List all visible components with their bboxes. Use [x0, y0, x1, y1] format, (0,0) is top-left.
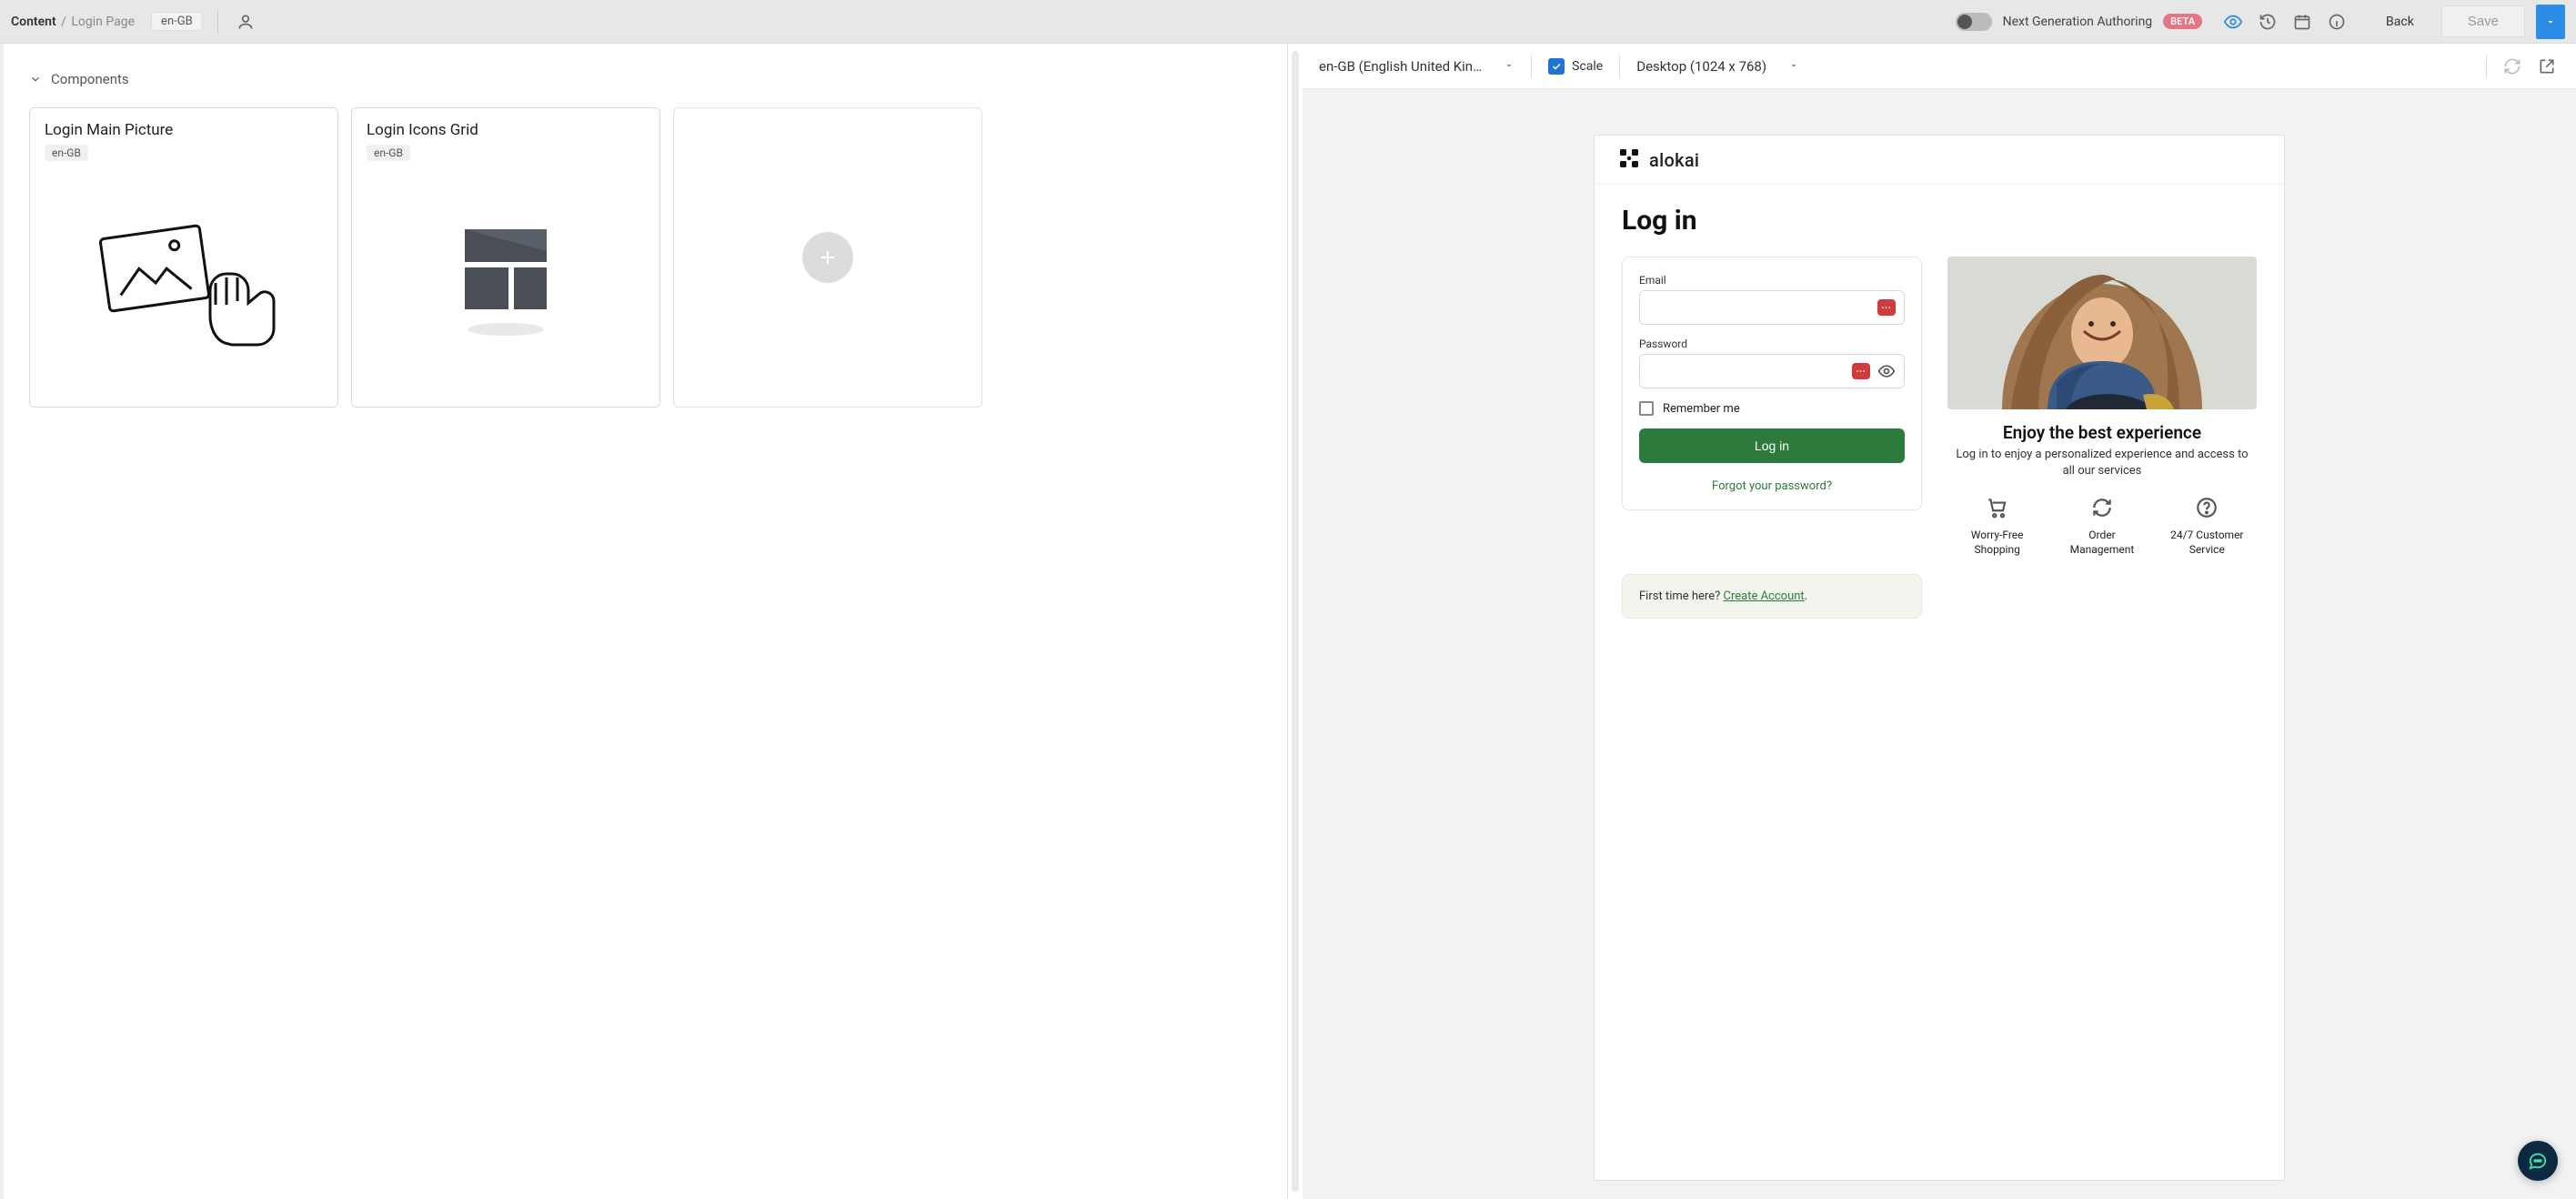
component-card-thumbnail	[45, 161, 323, 398]
brand-logo-icon	[1618, 147, 1640, 173]
preview-locale-value: en-GB (English United Kin…	[1319, 58, 1482, 75]
component-card-locale: en-GB	[45, 145, 88, 161]
component-card-login-icons-grid[interactable]: Login Icons Grid en-GB	[351, 107, 660, 408]
preview-frame: alokai Log in Email ••• Passwo	[1594, 135, 2285, 1181]
component-card-locale: en-GB	[367, 145, 410, 161]
forgot-password-link[interactable]: Forgot your password?	[1639, 479, 1905, 493]
promo-title: Enjoy the best experience	[1947, 422, 2257, 443]
nga-toggle[interactable]	[1956, 13, 1992, 31]
chat-fab[interactable]	[2518, 1141, 2558, 1181]
email-input[interactable]	[1639, 290, 1905, 325]
breadcrumb-page[interactable]: Login Page	[71, 15, 135, 29]
promo-feature-label: 24/7 Customer Service	[2161, 529, 2252, 557]
locale-chip[interactable]: en-GB	[151, 12, 203, 31]
components-section-title: Components	[51, 71, 129, 87]
component-card-thumbnail	[367, 161, 645, 398]
promo-feature-shopping: Worry-Free Shopping	[1952, 496, 2043, 557]
breadcrumb-root[interactable]: Content	[11, 15, 56, 29]
breadcrumb-separator: /	[61, 15, 69, 29]
plus-icon	[802, 232, 853, 283]
component-card-login-main-picture[interactable]: Login Main Picture en-GB	[29, 107, 338, 408]
login-submit-button[interactable]: Log in	[1639, 428, 1905, 463]
viewport-dropdown[interactable]: Desktop (1024 x 768)	[1636, 58, 1799, 75]
separator	[217, 10, 218, 34]
chevron-down-icon	[29, 73, 42, 86]
login-heading: Log in	[1622, 205, 2257, 237]
components-section-toggle[interactable]: Components	[29, 71, 1271, 87]
scale-toggle[interactable]: Scale	[1548, 58, 1603, 75]
brand-name: alokai	[1649, 149, 1699, 171]
add-component-card[interactable]	[673, 107, 982, 408]
signup-suffix: .	[1805, 589, 1807, 603]
preview-toolbar: en-GB (English United Kin… Scale Desktop…	[1303, 44, 2576, 89]
viewport-value: Desktop (1024 x 768)	[1636, 58, 1766, 75]
show-password-icon[interactable]	[1877, 363, 1896, 379]
password-manager-icon[interactable]: •••	[1877, 299, 1896, 316]
history-icon[interactable]	[2255, 9, 2280, 35]
password-manager-icon[interactable]: •••	[1852, 363, 1870, 379]
promo-feature-orders: Order Management	[2057, 496, 2148, 557]
refresh-icon[interactable]	[2500, 54, 2525, 79]
help-icon	[2195, 496, 2219, 519]
promo-image	[1947, 257, 2257, 409]
info-icon[interactable]	[2324, 9, 2350, 35]
beta-badge: BETA	[2163, 14, 2202, 29]
top-toolbar: Content / Login Page en-GB Next Generati…	[0, 0, 2576, 44]
calendar-icon[interactable]	[2289, 9, 2315, 35]
signup-callout: First time here? Create Account.	[1622, 574, 1922, 619]
remember-label: Remember me	[1663, 402, 1740, 416]
right-pane: en-GB (English United Kin… Scale Desktop…	[1303, 44, 2576, 1199]
preview-eye-icon[interactable]	[2220, 9, 2246, 35]
user-icon[interactable]	[233, 9, 258, 35]
back-button[interactable]: Back	[2386, 15, 2414, 29]
login-form-card: Email ••• Password •••	[1622, 257, 1922, 510]
save-button[interactable]: Save	[2441, 5, 2525, 37]
nga-label: Next Generation Authoring	[2003, 15, 2153, 29]
component-card-title: Login Main Picture	[45, 121, 323, 139]
preview-locale-dropdown[interactable]: en-GB (English United Kin…	[1319, 58, 1514, 75]
cart-icon	[1986, 496, 2009, 519]
brand-bar: alokai	[1595, 136, 2284, 185]
password-label: Password	[1639, 338, 1905, 350]
preview-viewport[interactable]: alokai Log in Email ••• Passwo	[1303, 89, 2576, 1199]
promo-feature-label: Order Management	[2057, 529, 2148, 557]
promo-feature-label: Worry-Free Shopping	[1952, 529, 2043, 557]
promo-subtitle: Log in to enjoy a personalized experienc…	[1947, 447, 2257, 479]
signup-prefix: First time here?	[1639, 589, 1723, 603]
sync-icon	[2090, 496, 2114, 519]
component-card-title: Login Icons Grid	[367, 121, 645, 139]
chevron-down-icon	[1788, 58, 1799, 75]
open-external-icon[interactable]	[2534, 54, 2560, 79]
left-pane: Components Login Main Picture en-GB	[0, 44, 1288, 1199]
chevron-down-icon	[1504, 58, 1514, 75]
create-account-link[interactable]: Create Account	[1723, 589, 1804, 603]
remember-checkbox[interactable]	[1639, 401, 1654, 416]
save-dropdown-button[interactable]	[2536, 5, 2565, 39]
pane-splitter[interactable]	[1288, 44, 1303, 1199]
scale-label: Scale	[1572, 59, 1603, 74]
email-label: Email	[1639, 274, 1905, 287]
promo-feature-support: 24/7 Customer Service	[2161, 496, 2252, 557]
scale-checkbox[interactable]	[1548, 58, 1565, 75]
promo-column: Enjoy the best experience Log in to enjo…	[1947, 257, 2257, 558]
breadcrumb[interactable]: Content / Login Page	[11, 15, 135, 29]
